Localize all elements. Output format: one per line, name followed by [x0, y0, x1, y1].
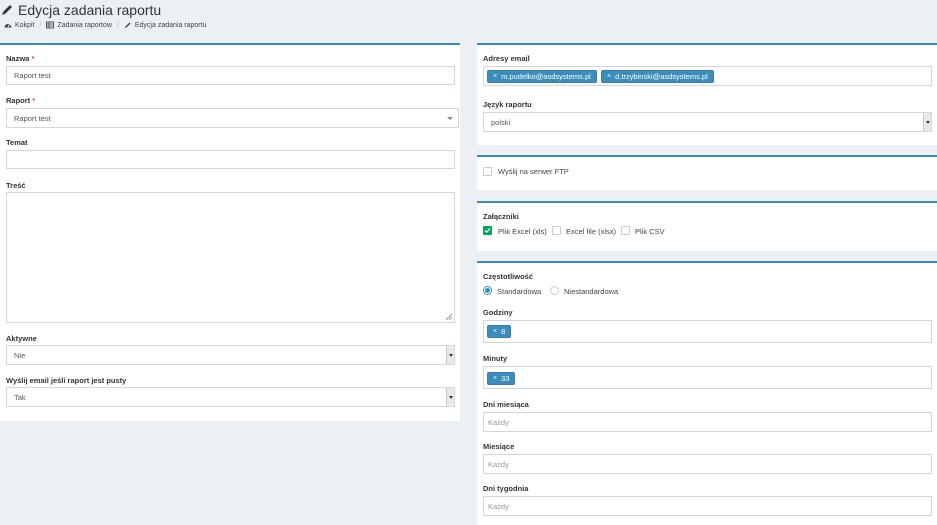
aktywne-select[interactable]: Nie: [6, 345, 455, 365]
miesiace-input[interactable]: Każdy: [483, 454, 932, 474]
breadcrumb: Kokpit / Zadania raportow / Edycja zadan…: [4, 21, 206, 29]
csv-checkbox[interactable]: [621, 226, 630, 235]
dni-miesiaca-label: Dni miesiąca: [483, 400, 529, 409]
temat-input[interactable]: [6, 150, 455, 169]
remove-tag-icon[interactable]: ×: [493, 328, 497, 335]
resize-handle-icon[interactable]: [446, 314, 452, 320]
remove-tag-icon[interactable]: ×: [493, 73, 497, 80]
page-title: Edycja zadania raportu: [0, 2, 161, 18]
dashboard-icon: [4, 24, 12, 28]
ftp-checkbox-label: Wyślij na serwer FTP: [498, 167, 569, 176]
jezyk-select[interactable]: polski: [483, 112, 932, 132]
remove-tag-icon[interactable]: ×: [493, 375, 497, 382]
ftp-box: Wyślij na serwer FTP: [477, 155, 937, 190]
ftp-checkbox[interactable]: [483, 167, 492, 176]
aktywne-label: Aktywne: [6, 334, 37, 343]
wyslij-pusty-select[interactable]: Tak: [6, 387, 455, 407]
hour-tag[interactable]: × 8: [487, 325, 512, 338]
content-header: Edycja zadania raportu Kokpit / Zadania …: [0, 0, 937, 36]
breadcrumb-separator: /: [116, 21, 119, 29]
email-tag[interactable]: × d.trzybinski@asdsystems.pl: [601, 70, 714, 83]
breadcrumb-separator: /: [39, 21, 42, 29]
remove-tag-icon[interactable]: ×: [607, 73, 611, 80]
godziny-label: Godziny: [483, 308, 513, 317]
standard-radio[interactable]: [483, 286, 492, 295]
chevron-down-icon: [447, 117, 453, 120]
standard-radio-label: Standardowa: [497, 287, 542, 296]
dni-tygodnia-label: Dni tygodnia: [483, 484, 529, 493]
breadcrumb-item-kokpit[interactable]: Kokpit: [4, 21, 34, 29]
temat-label: Temat: [6, 138, 28, 147]
email-label: Adresy email: [483, 54, 530, 63]
raport-label: Raport *: [6, 96, 36, 105]
dropdown-arrow-icon: [923, 113, 931, 131]
breadcrumb-item-zadania[interactable]: Zadania raportow: [46, 21, 112, 29]
raport-select[interactable]: Raport test: [6, 108, 459, 128]
minute-tag[interactable]: × 33: [487, 372, 516, 385]
xls-checkbox[interactable]: [483, 226, 492, 235]
miesiace-label: Miesiące: [483, 442, 515, 451]
dropdown-arrow-icon: [446, 346, 454, 364]
table-icon: [46, 21, 55, 29]
email-tag[interactable]: × m.pudelko@asdsystems.pl: [487, 70, 597, 83]
custom-radio-label: Niestandardowa: [564, 287, 619, 296]
pencil-icon: [0, 3, 14, 17]
dropdown-arrow-icon: [446, 388, 454, 406]
email-box: Adresy email × m.pudelko@asdsystems.pl ×…: [477, 43, 937, 145]
xlsx-checkbox-label: Excel file (xlsx): [566, 227, 617, 236]
minuty-tags-input[interactable]: × 33: [483, 366, 932, 389]
schedule-box: Częstotliwość Standardowa Niestandardowa…: [477, 261, 937, 525]
email-tags-input[interactable]: × m.pudelko@asdsystems.pl × d.trzybinski…: [483, 66, 932, 86]
minuty-label: Minuty: [483, 354, 508, 363]
wyslij-pusty-label: Wyślij email jeśli raport jest pusty: [6, 376, 127, 385]
nazwa-input[interactable]: Raport test: [6, 66, 455, 85]
pencil-icon: [124, 22, 131, 28]
dni-tygodnia-input[interactable]: Każdy: [483, 496, 932, 516]
report-form-box: Nazwa * Raport test Raport * Raport test…: [0, 43, 460, 421]
tresc-textarea[interactable]: [6, 192, 455, 323]
nazwa-label: Nazwa *: [6, 54, 35, 63]
dni-miesiaca-input[interactable]: Każdy: [483, 412, 932, 432]
jezyk-label: Język raportu: [483, 100, 532, 109]
attachments-label: Załączniki: [483, 212, 519, 221]
czestotliwosc-label: Częstotliwość: [483, 272, 534, 281]
tresc-label: Treść: [6, 181, 26, 190]
csv-checkbox-label: Plik CSV: [635, 227, 665, 236]
xls-checkbox-label: Plik Excel (xls): [498, 227, 547, 236]
breadcrumb-item-edycja: Edycja zadania raportu: [124, 21, 206, 29]
page-title-text: Edycja zadania raportu: [18, 2, 162, 18]
xlsx-checkbox[interactable]: [552, 226, 561, 235]
attachments-box: Załączniki Plik Excel (xls) Excel file (…: [477, 201, 937, 251]
checkmark-icon: [484, 227, 491, 234]
custom-radio[interactable]: [550, 286, 559, 295]
godziny-tags-input[interactable]: × 8: [483, 320, 932, 343]
